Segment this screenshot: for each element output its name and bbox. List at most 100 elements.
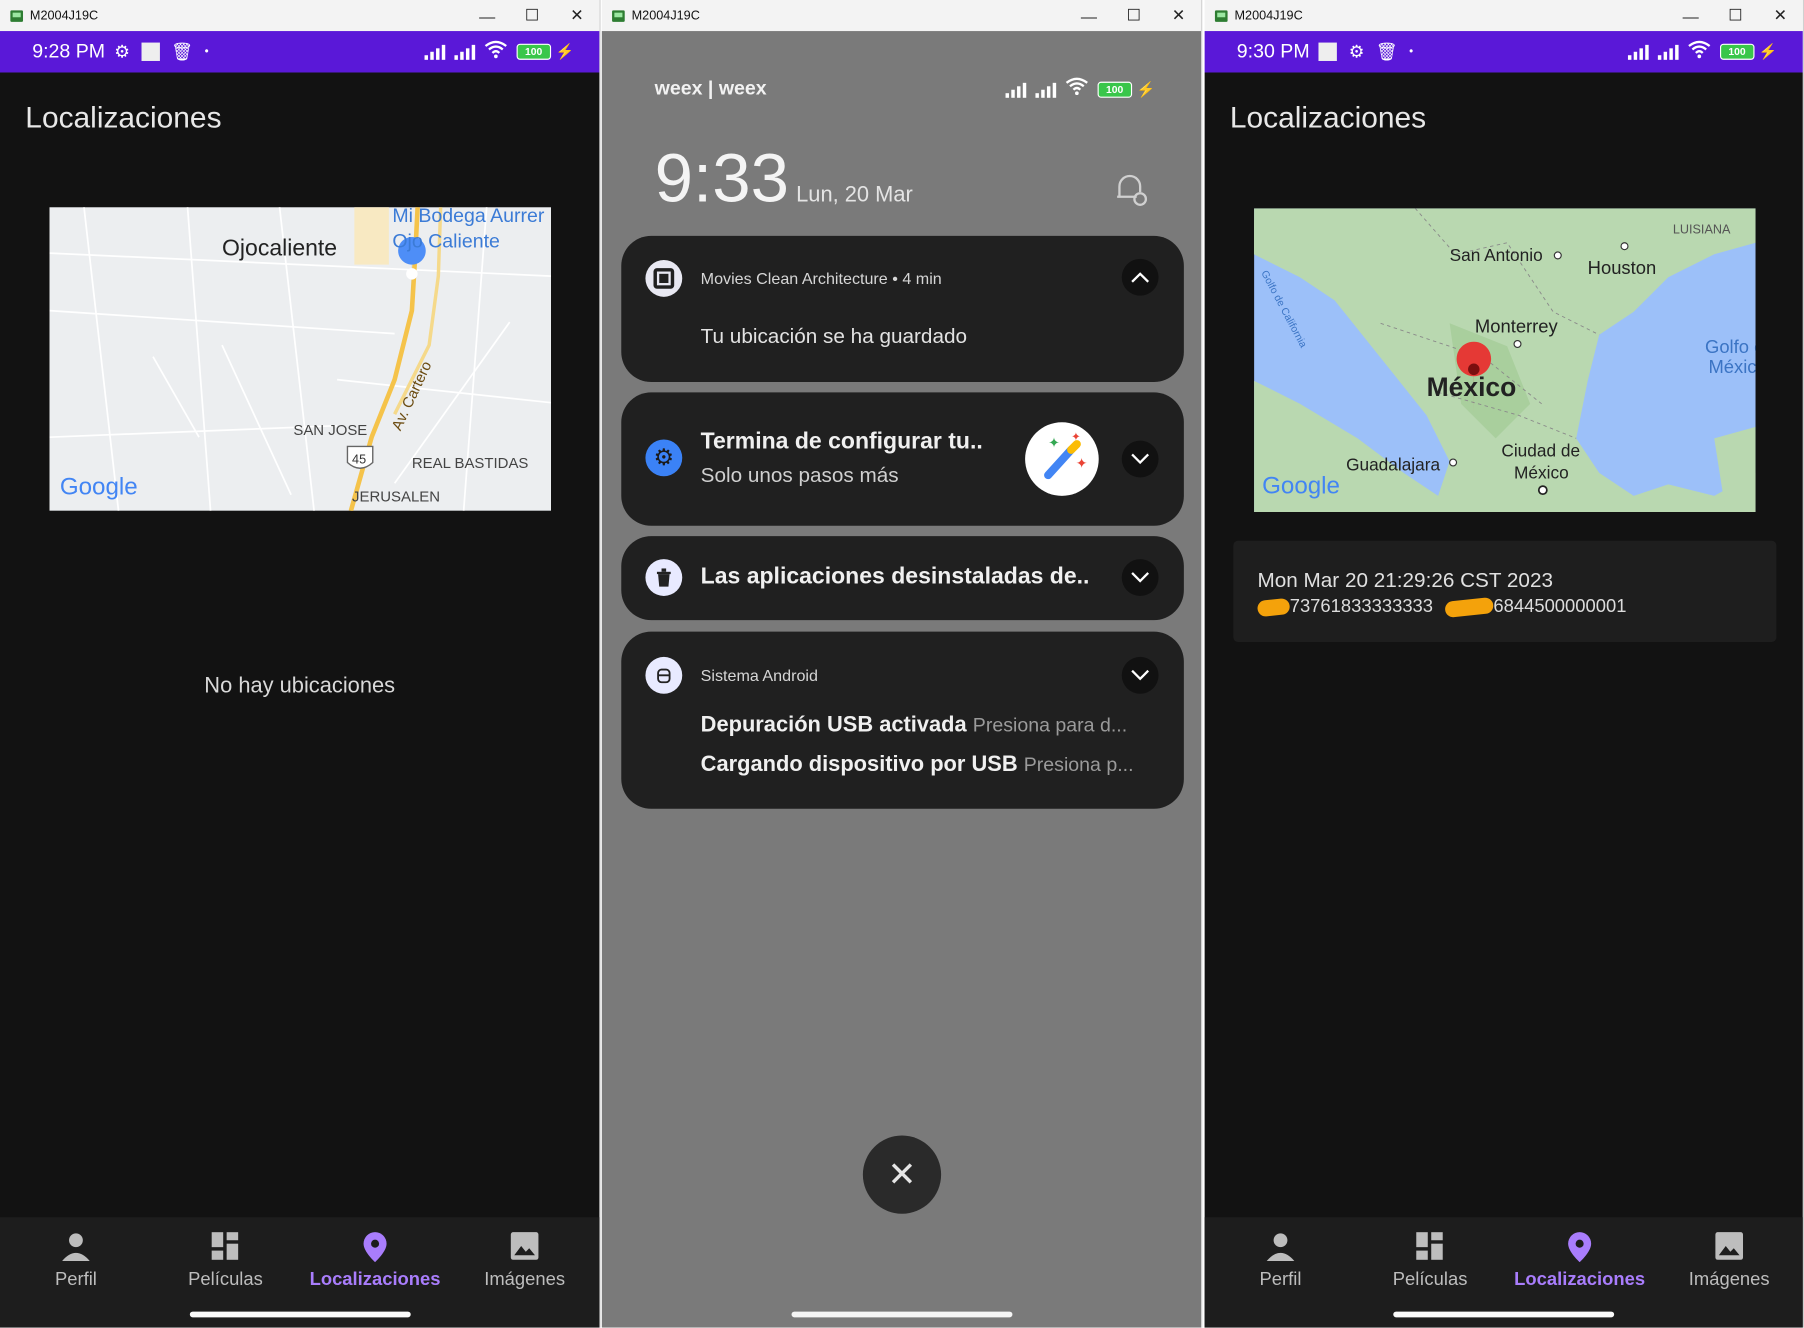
collapse-button[interactable]: [1121, 258, 1159, 296]
maximize-button[interactable]: ☐: [1713, 6, 1758, 26]
map-label-poi: Mi Bodega Aurrer: [392, 207, 545, 227]
expand-button[interactable]: [1121, 656, 1159, 694]
notification-setup[interactable]: ⚙ Termina de configurar tu.. Solo unos p…: [621, 392, 1184, 526]
image-icon: [450, 1231, 600, 1266]
map-label-poi-2: Ojo Caliente: [392, 230, 500, 252]
window-title: M2004J19C: [29, 8, 99, 23]
nav-item-perfil[interactable]: Perfil: [1206, 1231, 1356, 1291]
dashboard-icon: [1355, 1231, 1505, 1266]
trash-icon: 🗑: [171, 42, 194, 63]
status-time: 9:28 PM: [32, 40, 106, 63]
dot-icon: •: [204, 45, 209, 59]
highway-number: 45: [352, 453, 366, 467]
gesture-home-bar[interactable]: [1393, 1311, 1615, 1318]
maximize-button[interactable]: ☐: [1111, 6, 1156, 26]
nav-item-peliculas[interactable]: Películas: [151, 1231, 301, 1291]
latitude-value: 73761833333333: [1289, 597, 1434, 617]
dot-icon: •: [1409, 45, 1414, 59]
close-button[interactable]: ✕: [555, 6, 600, 26]
app-content: Localizaciones Ojocaliente Mi Bodega Aur…: [0, 72, 600, 1328]
notification-app-name: Sistema Android: [700, 666, 818, 685]
nav-label: Películas: [188, 1270, 263, 1290]
notification-settings-icon[interactable]: [1111, 169, 1150, 214]
map-label-luisiana: LUISIANA: [1673, 223, 1731, 237]
nav-label: Imágenes: [484, 1270, 566, 1290]
empty-state-text: No hay ubicaciones: [204, 674, 396, 699]
map-label-san-antonio: San Antonio: [1450, 245, 1543, 265]
map-label-cdmx-line1: Ciudad de: [1501, 441, 1580, 461]
window-titlebar: M2004J19C — ☐ ✕: [1204, 0, 1803, 32]
expand-button[interactable]: [1121, 440, 1159, 478]
notification-shade: weex | weex 100 ⚡ 9:33 Lun, 20 Mar Movie…: [601, 31, 1202, 1328]
gesture-home-bar[interactable]: [189, 1311, 411, 1318]
map-view[interactable]: San Antonio Houston LUISIANA Monterrey M…: [1254, 208, 1756, 512]
carrier-label: weex | weex: [654, 77, 767, 99]
map-label-jerusalen: JERUSALEN: [352, 489, 440, 506]
signal-icon: [424, 44, 446, 60]
charging-icon: ⚡: [1136, 79, 1156, 98]
nav-item-imagenes[interactable]: Imágenes: [1654, 1231, 1802, 1291]
signal-icon: [454, 44, 475, 60]
location-date: Mon Mar 20 21:29:26 CST 2023: [1257, 568, 1553, 592]
wifi-icon: [1065, 77, 1088, 101]
minimize-button[interactable]: —: [1067, 6, 1112, 24]
map-label-town: Ojocaliente: [222, 234, 337, 260]
map-label-gulf-line1: Golfo d: [1705, 336, 1756, 357]
nav-label: Localizaciones: [1514, 1270, 1646, 1290]
map-label-cdmx-line2: México: [1514, 463, 1569, 483]
close-button[interactable]: ✕: [1156, 6, 1201, 26]
map-view[interactable]: Ojocaliente Mi Bodega Aurrer Ojo Calient…: [49, 207, 552, 511]
gesture-home-bar[interactable]: [791, 1311, 1013, 1318]
nav-label: Perfil: [1259, 1270, 1302, 1290]
maximize-button[interactable]: ☐: [510, 6, 555, 26]
map-label-mexico: México: [1427, 372, 1517, 402]
nav-item-peliculas[interactable]: Películas: [1355, 1231, 1505, 1291]
nav-item-localizaciones[interactable]: Localizaciones: [300, 1231, 450, 1291]
notification-uninstalled-apps[interactable]: Las aplicaciones desinstaladas de..: [621, 536, 1184, 621]
dismiss-all-button[interactable]: ✕: [862, 1135, 942, 1214]
nav-label: Localizaciones: [309, 1270, 441, 1290]
nav-item-perfil[interactable]: Perfil: [1, 1231, 151, 1291]
nav-item-localizaciones[interactable]: Localizaciones: [1505, 1231, 1655, 1291]
notification-square-icon: [1318, 42, 1338, 61]
svg-text:✦: ✦: [1076, 456, 1088, 471]
notification-android-system[interactable]: Sistema Android Depuración USB activada …: [621, 631, 1184, 809]
shade-clock: 9:33: [654, 139, 789, 217]
magic-wand-icon: ✦ ✦ ✦: [1025, 422, 1099, 496]
map-label-san-jose: SAN JOSE: [293, 422, 367, 439]
bottom-navigation: Perfil Películas Localizaciones Imágenes: [0, 1217, 600, 1328]
app-icon: [1214, 9, 1228, 22]
expand-button[interactable]: [1121, 559, 1159, 596]
close-button[interactable]: ✕: [1758, 6, 1803, 26]
location-pin-icon: [1505, 1231, 1655, 1266]
map-label-monterrey: Monterrey: [1475, 315, 1559, 336]
map-label-houston: Houston: [1588, 257, 1657, 278]
location-card[interactable]: Mon Mar 20 21:29:26 CST 2023 73761833333…: [1233, 540, 1777, 642]
status-time: 9:30 PM: [1236, 40, 1310, 63]
minimize-button[interactable]: —: [465, 6, 510, 24]
dashboard-icon: [151, 1231, 301, 1266]
window-titlebar: M2004J19C — ☐ ✕: [601, 0, 1202, 32]
notification-title: Las aplicaciones desinstaladas de..: [700, 563, 1090, 590]
person-icon: [1206, 1231, 1356, 1266]
notification-movies-app[interactable]: Movies Clean Architecture • 4 min Tu ubi…: [621, 235, 1184, 382]
svg-text:✦: ✦: [1048, 436, 1060, 451]
redaction-mark: [1444, 596, 1495, 618]
app-square-icon: [645, 260, 683, 297]
android-status-bar: 9:28 PM ⚙ 🗑 • 100 ⚡: [0, 31, 600, 73]
signal-icon: [1035, 81, 1056, 98]
page-title: Localizaciones: [1229, 100, 1427, 135]
emulator-window-left: M2004J19C — ☐ ✕ 9:28 PM ⚙ 🗑 • 100 ⚡ Loca…: [0, 0, 601, 1328]
signal-icon: [1005, 81, 1027, 98]
chevron-down-icon: [1131, 572, 1150, 583]
svg-text:✦: ✦: [1071, 432, 1081, 444]
nav-label: Perfil: [54, 1270, 97, 1290]
minimize-button[interactable]: —: [1668, 6, 1713, 24]
settings-gear-icon: ⚙: [645, 439, 683, 477]
nav-item-imagenes[interactable]: Imágenes: [450, 1231, 600, 1291]
signal-icon: [1627, 44, 1649, 60]
notification-subtitle: Solo unos pasos más: [700, 463, 899, 487]
battery-icon: 100: [1097, 81, 1132, 98]
chevron-down-icon: [1131, 453, 1150, 465]
trash-icon: [645, 559, 683, 596]
